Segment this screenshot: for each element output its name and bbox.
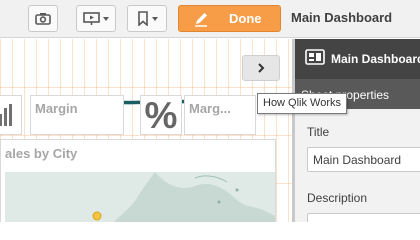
properties-header: Main Dashboard — [295, 39, 420, 79]
bookmark-icon — [137, 11, 148, 26]
bar-chart-icon — [0, 104, 12, 126]
kpi-object[interactable] — [0, 95, 22, 135]
kpi-label: Marg... — [189, 101, 231, 116]
bookmark-menu-button[interactable] — [127, 5, 167, 32]
map-chart[interactable]: ales by City — [0, 139, 276, 222]
map-area — [5, 172, 275, 222]
sheet-canvas[interactable]: Margin % Marg... ales by City — [0, 39, 292, 222]
description-label: Description — [307, 191, 368, 205]
done-button[interactable]: Done — [178, 5, 281, 32]
map-image — [92, 172, 275, 222]
sheet-icon — [305, 49, 325, 65]
chevron-down-icon — [103, 16, 109, 21]
map-title: ales by City — [5, 146, 78, 161]
tooltip: How Qlik Works — [257, 93, 348, 114]
title-input[interactable]: Main Dashboard — [307, 147, 420, 172]
properties-panel: Main Dashboard Sheet properties Title Ma… — [295, 39, 420, 222]
properties-header-title: Main Dashboard — [331, 52, 420, 66]
top-toolbar: Done Main Dashboard — [0, 0, 420, 38]
kpi-label: Margin — [35, 101, 78, 116]
sheet-title: Main Dashboard — [291, 10, 393, 25]
kpi-margin[interactable]: Margin — [30, 95, 124, 135]
grid-line — [0, 87, 292, 88]
qlik-sheet-editor: Done Main Dashboard Margin % Marg... ale… — [0, 0, 420, 222]
kpi-margin-percent[interactable]: Marg... — [184, 95, 256, 135]
description-input[interactable] — [307, 213, 420, 222]
chevron-down-icon — [151, 16, 158, 21]
present-menu-button[interactable] — [76, 5, 116, 32]
next-sheet-button[interactable] — [242, 55, 280, 81]
presentation-icon — [83, 11, 100, 25]
title-label: Title — [307, 125, 330, 139]
chevron-right-icon — [258, 63, 265, 73]
camera-icon — [35, 13, 51, 25]
done-label: Done — [229, 11, 262, 26]
snapshot-button[interactable] — [28, 5, 58, 32]
pencil-icon — [195, 13, 207, 27]
percent-object[interactable]: % — [140, 95, 182, 136]
